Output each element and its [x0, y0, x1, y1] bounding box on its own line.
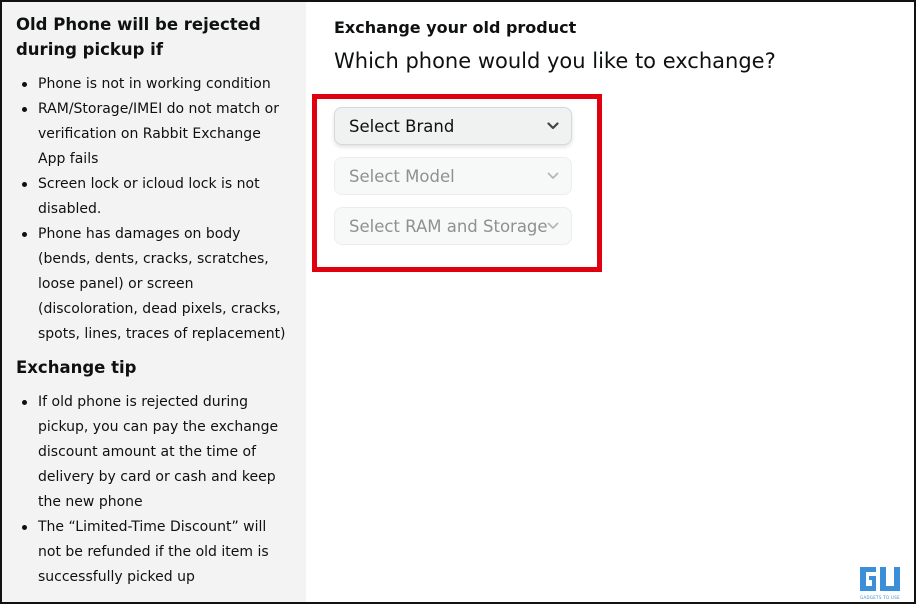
list-item: Phone is not in working condition [16, 72, 292, 97]
chevron-down-icon [547, 172, 559, 179]
exchange-info-panel: Old Phone will be rejected during pickup… [2, 2, 306, 602]
brand-select[interactable]: Select Brand [334, 107, 572, 145]
exchange-question: Which phone would you like to exchange? [334, 49, 776, 73]
list-item: RAM/Storage/IMEI do not match or verific… [16, 97, 292, 172]
list-item: The “Limited-Time Discount” will not be … [16, 515, 292, 590]
exchange-subheading: Exchange your old product [334, 18, 577, 37]
list-item: Phone has damages on body (bends, dents,… [16, 222, 292, 347]
rejected-conditions-title: Old Phone will be rejected during pickup… [16, 15, 261, 59]
list-item: If old phone is rejected during pickup, … [16, 390, 292, 515]
screenshot-frame: Old Phone will be rejected during pickup… [0, 0, 916, 604]
watermark-logo: GADGETS TO USE [856, 564, 904, 600]
list-item: Screen lock or icloud lock is not disabl… [16, 172, 292, 222]
gadgets-to-use-logo-icon [860, 567, 900, 591]
model-select-label: Select Model [349, 166, 455, 186]
chevron-down-icon [547, 122, 559, 130]
exchange-tip-title: Exchange tip [16, 358, 137, 377]
ram-storage-select-label: Select RAM and Storage [349, 216, 548, 236]
exchange-form: Exchange your old product Which phone wo… [306, 2, 914, 602]
watermark-text: GADGETS TO USE [860, 595, 900, 600]
chevron-down-icon [547, 222, 559, 229]
rejected-conditions-list: Phone is not in working condition RAM/St… [16, 72, 292, 347]
model-select[interactable]: Select Model [334, 157, 572, 195]
exchange-tip-list: If old phone is rejected during pickup, … [16, 390, 292, 590]
ram-storage-select[interactable]: Select RAM and Storage [334, 207, 572, 245]
brand-select-label: Select Brand [349, 116, 455, 136]
